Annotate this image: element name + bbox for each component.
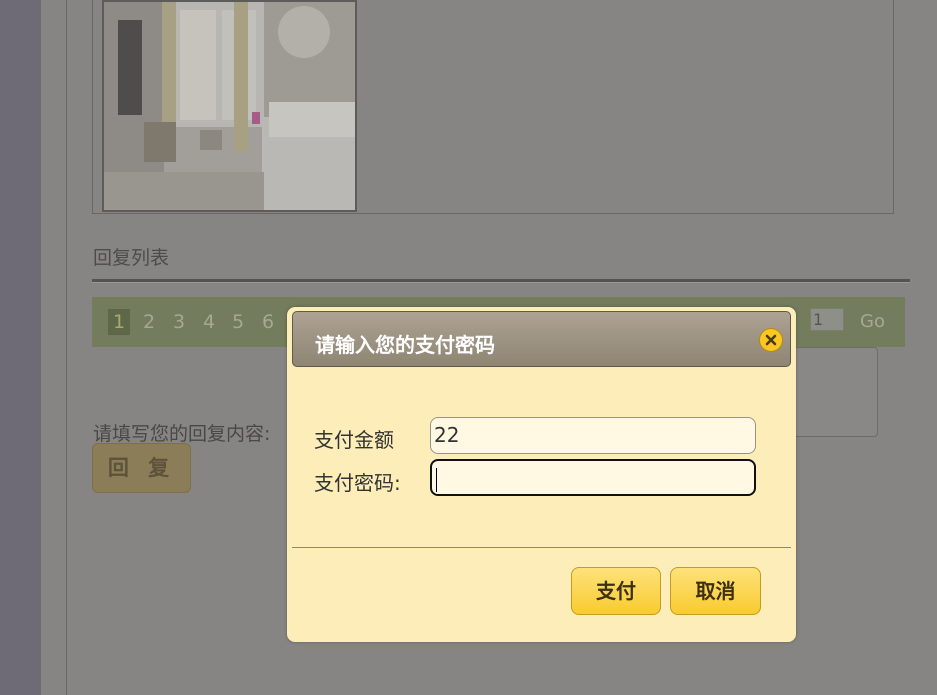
reply-content-label: 请填写您的回复内容: [93, 423, 271, 445]
close-icon[interactable] [759, 328, 783, 352]
payment-amount-field[interactable]: 22 [430, 417, 756, 454]
page-1-link[interactable]: 1 [108, 309, 130, 335]
page-jump-input[interactable]: 1 [810, 308, 844, 331]
page-4-link[interactable]: 4 [198, 309, 220, 335]
payment-password-field[interactable] [430, 459, 756, 496]
cancel-button[interactable]: 取消 [670, 567, 761, 615]
page-go-button[interactable]: Go [860, 311, 885, 332]
payment-amount-value: 22 [434, 423, 460, 447]
payment-amount-label: 支付金额 [314, 428, 394, 452]
hotel-room-image [102, 0, 357, 212]
page-2-link[interactable]: 2 [138, 309, 160, 335]
dialog-title: 请输入您的支付密码 [315, 333, 495, 357]
text-caret [436, 467, 437, 492]
page-5-link[interactable]: 5 [227, 309, 249, 335]
payment-password-dialog: 请输入您的支付密码 支付金额 22 支付密码: 支付 取消 [287, 307, 796, 642]
left-sidebar-strip [0, 0, 41, 695]
page-3-link[interactable]: 3 [168, 309, 190, 335]
dialog-header: 请输入您的支付密码 [292, 311, 791, 367]
dialog-footer-divider [292, 547, 791, 548]
reply-submit-button[interactable]: 回 复 [92, 443, 191, 493]
reply-list-divider [92, 279, 910, 283]
hotel-room-picture [104, 2, 355, 210]
page-6-link[interactable]: 6 [257, 309, 279, 335]
payment-password-label: 支付密码: [314, 471, 401, 495]
content-border [66, 0, 67, 695]
pay-button[interactable]: 支付 [571, 567, 661, 615]
reply-list-title: 回复列表 [93, 247, 170, 269]
